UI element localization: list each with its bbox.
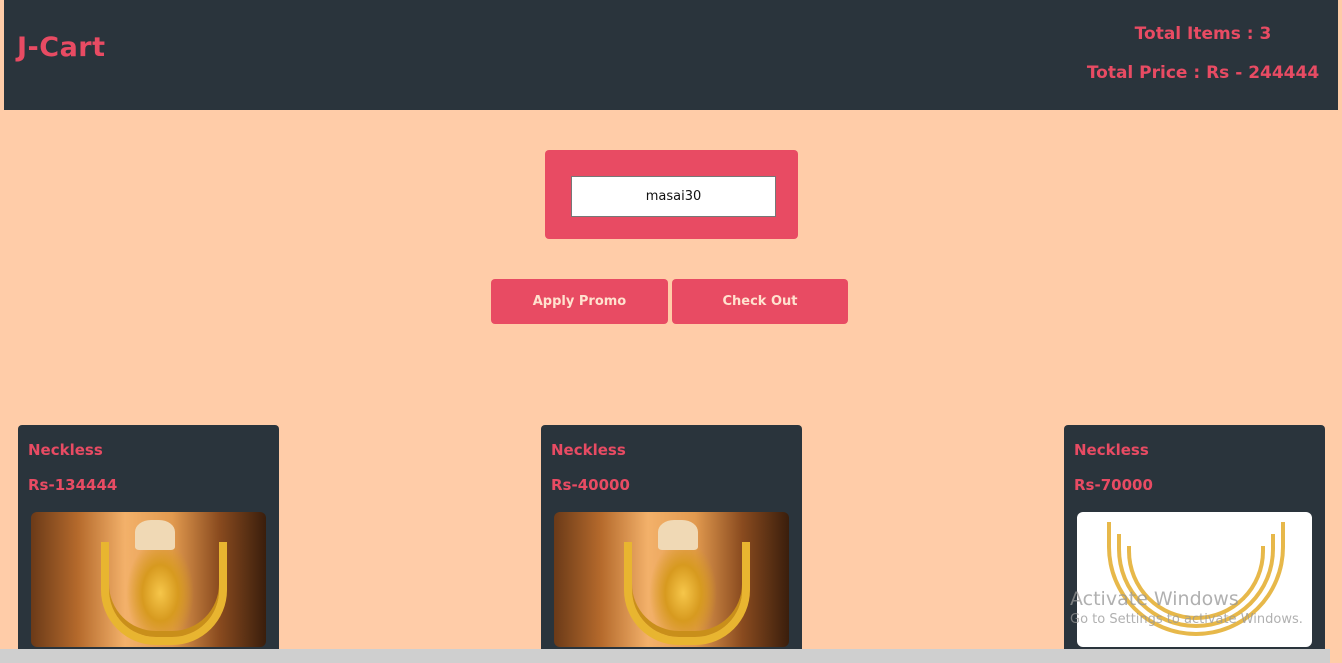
necklace-graphic xyxy=(623,542,750,645)
necklace-graphic xyxy=(100,542,227,645)
product-name: Neckless xyxy=(551,441,626,459)
activation-watermark: Activate Windows Go to Settings to activ… xyxy=(1070,588,1303,627)
product-card[interactable]: Neckless Rs-134444 xyxy=(18,425,279,663)
product-price: Rs-40000 xyxy=(551,476,630,494)
product-card[interactable]: Neckless Rs-70000 xyxy=(1064,425,1325,663)
apply-promo-button[interactable]: Apply Promo xyxy=(491,279,668,324)
top-header: J-Cart Total Items : 3 Total Price : Rs … xyxy=(4,0,1338,110)
watermark-title: Activate Windows xyxy=(1070,588,1239,610)
product-image[interactable] xyxy=(554,512,789,647)
product-price: Rs-70000 xyxy=(1074,476,1153,494)
promo-code-input[interactable] xyxy=(571,176,776,217)
total-price: Total Price : Rs - 244444 xyxy=(1086,63,1320,83)
product-name: Neckless xyxy=(28,441,103,459)
product-card[interactable]: Neckless Rs-40000 xyxy=(541,425,802,663)
horizontal-scrollbar[interactable] xyxy=(0,649,1330,663)
checkout-button[interactable]: Check Out xyxy=(672,279,848,324)
total-items: Total Items : 3 xyxy=(1134,24,1272,44)
product-name: Neckless xyxy=(1074,441,1149,459)
watermark-subtitle: Go to Settings to activate Windows. xyxy=(1070,612,1303,627)
product-price: Rs-134444 xyxy=(28,476,118,494)
brand-logo[interactable]: J-Cart xyxy=(17,32,106,63)
product-image[interactable] xyxy=(31,512,266,647)
promo-box xyxy=(545,150,798,239)
